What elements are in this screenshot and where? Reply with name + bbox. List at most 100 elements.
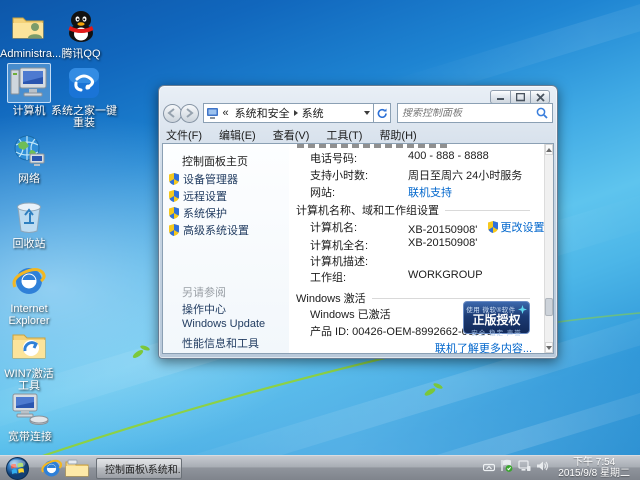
desktop-icon-administrator[interactable]: Administra...	[0, 6, 62, 60]
volume-tray-icon[interactable]	[536, 459, 549, 477]
up-arrow-icon	[546, 147, 552, 152]
sidebar: 控制面板主页 设备管理器 远程设置 系统保护 高级系统设置 另请参阅 操作中心 …	[163, 144, 289, 353]
broadband-connection-icon	[8, 389, 52, 429]
clock-time: 下午 7:54	[573, 457, 616, 468]
back-button[interactable]	[163, 103, 182, 123]
see-also-header: 另请参阅	[182, 287, 226, 299]
refresh-button[interactable]	[374, 103, 391, 123]
icon-label: 宽带连接	[8, 431, 52, 443]
uac-shield-icon	[169, 173, 179, 185]
uac-shield-icon	[169, 190, 179, 202]
sidebar-item-label: 远程设置	[183, 191, 227, 203]
address-dropdown-icon[interactable]	[364, 111, 371, 115]
clipped-row-fragment	[297, 144, 447, 148]
desktop-icon-internet-explorer[interactable]: Internet Explorer	[0, 261, 58, 327]
recycle-bin-icon	[7, 196, 51, 236]
sidebar-item-system-protection[interactable]: 系统保护	[169, 205, 227, 221]
window-body: 控制面板主页 设备管理器 远程设置 系统保护 高级系统设置 另请参阅 操作中心 …	[162, 143, 554, 354]
full-name-value: XB-20150908'	[408, 237, 478, 249]
action-center-flag-icon[interactable]	[500, 459, 513, 477]
scroll-down-button[interactable]	[545, 342, 553, 353]
start-button[interactable]	[4, 456, 30, 480]
desktop-icon-qq[interactable]: 腾讯QQ	[52, 6, 110, 60]
computer-name-section-header: 计算机名称、域和工作组设置	[296, 202, 530, 218]
network-tray-icon[interactable]	[518, 459, 531, 477]
system-control-panel-window: « 系统和安全 系统 文件(F) 编辑(E) 查看(V) 工具(T) 帮助(H)…	[158, 85, 558, 359]
clock-date: 2015/9/8 星期二	[558, 468, 630, 479]
desktop-icon-win7-activation-tool[interactable]: WIN7激活工具	[0, 326, 58, 392]
main-content: 电话号码: 400 - 888 - 8888 支持小时数: 周日至周六 24小时…	[289, 144, 544, 353]
windows-start-orb-icon	[5, 456, 29, 480]
sidebar-item-device-manager[interactable]: 设备管理器	[169, 171, 238, 187]
search-box[interactable]	[397, 103, 553, 123]
icon-label: 回收站	[12, 238, 46, 250]
user-folder-icon	[7, 6, 51, 46]
sidebar-item-remote-settings[interactable]: 远程设置	[169, 188, 227, 204]
phone-label: 电话号码:	[310, 153, 358, 165]
task-button-label: 控制面板\系统和...	[105, 464, 182, 476]
taskbar-task-control-panel[interactable]: 控制面板\系统和...	[96, 457, 182, 479]
activation-status: Windows 已激活	[310, 309, 391, 321]
computer-name-value: XB-20150908' 更改设置	[408, 219, 544, 236]
system-tray: 下午 7:54 2015/9/8 星期二	[483, 457, 640, 479]
search-input[interactable]	[402, 107, 536, 119]
menu-edit[interactable]: 编辑(E)	[219, 127, 256, 143]
badge-subtitle: 安全 稳定 声誉	[471, 330, 522, 337]
breadcrumb-system[interactable]: 系统	[299, 105, 327, 121]
uac-shield-icon	[169, 224, 179, 236]
reinstall-app-icon	[62, 63, 106, 103]
down-arrow-icon	[546, 345, 552, 350]
navigation-bar: « 系统和安全 系统	[163, 101, 553, 125]
desktop-icon-recycle-bin[interactable]: 回收站	[0, 196, 58, 250]
desktop-icon-system-home-reinstall[interactable]: 系统之家一键重装	[50, 63, 118, 129]
learn-more-online-link[interactable]: 联机了解更多内容...	[435, 340, 532, 353]
taskbar-ie-button[interactable]	[38, 457, 64, 480]
menu-file[interactable]: 文件(F)	[166, 127, 202, 143]
taskbar-explorer-button[interactable]	[64, 457, 90, 480]
scroll-up-button[interactable]	[545, 144, 553, 155]
genuine-microsoft-badge[interactable]: 使用 微软®软件 正版授权 安全 稳定 声誉	[463, 301, 530, 337]
icon-label: Internet Explorer	[8, 303, 50, 327]
computer-name-label: 计算机名:	[310, 222, 358, 234]
address-bar[interactable]: « 系统和安全 系统	[202, 103, 375, 123]
sidebar-item-advanced-system-settings[interactable]: 高级系统设置	[169, 222, 249, 238]
system-address-icon	[206, 107, 218, 119]
sidebar-item-control-panel-home[interactable]: 控制面板主页	[182, 153, 248, 169]
menu-view[interactable]: 查看(V)	[273, 127, 310, 143]
online-support-link[interactable]: 联机支持	[408, 184, 452, 200]
vertical-scrollbar[interactable]	[544, 144, 553, 353]
menu-help[interactable]: 帮助(H)	[379, 127, 416, 143]
breadcrumb-chevron[interactable]: «	[220, 107, 232, 119]
internet-explorer-icon	[7, 261, 51, 301]
internet-explorer-icon	[40, 459, 62, 476]
desktop-icon-network[interactable]: 网络	[0, 131, 58, 185]
icon-label: 网络	[18, 173, 40, 185]
network-globe-icon	[7, 131, 51, 171]
breadcrumb-system-security[interactable]: 系统和安全	[232, 105, 293, 121]
sidebar-item-label: 设备管理器	[183, 174, 238, 186]
sidebar-item-action-center[interactable]: 操作中心	[182, 301, 226, 317]
sidebar-item-windows-update[interactable]: Windows Update	[182, 318, 265, 330]
full-name-label: 计算机全名:	[310, 240, 369, 252]
icon-label: Administra...	[0, 48, 62, 60]
sidebar-item-performance-tools[interactable]: 性能信息和工具	[182, 335, 259, 351]
scrollbar-thumb[interactable]	[545, 298, 553, 316]
support-hours-value: 周日至周六 24小时服务	[408, 170, 523, 182]
icon-label: 腾讯QQ	[61, 48, 101, 60]
support-hours-label: 支持小时数:	[310, 170, 369, 182]
menu-bar: 文件(F) 编辑(E) 查看(V) 工具(T) 帮助(H)	[166, 127, 417, 143]
activation-tool-folder-icon	[7, 326, 51, 366]
desktop-icon-broadband[interactable]: 宽带连接	[0, 389, 60, 443]
uac-shield-icon	[488, 221, 499, 233]
breadcrumb-separator-icon	[293, 110, 298, 116]
menu-tools[interactable]: 工具(T)	[326, 127, 362, 143]
forward-button[interactable]	[179, 103, 199, 123]
uac-shield-icon	[169, 207, 179, 219]
change-settings-link[interactable]: 更改设置	[488, 219, 544, 235]
show-hidden-icons-button[interactable]	[483, 459, 496, 477]
computer-icon	[7, 63, 51, 103]
phone-value: 400 - 888 - 8888	[408, 150, 489, 162]
workgroup-label: 工作组:	[310, 272, 347, 284]
workgroup-value: WORKGROUP	[408, 269, 483, 281]
taskbar-clock[interactable]: 下午 7:54 2015/9/8 星期二	[554, 457, 636, 479]
